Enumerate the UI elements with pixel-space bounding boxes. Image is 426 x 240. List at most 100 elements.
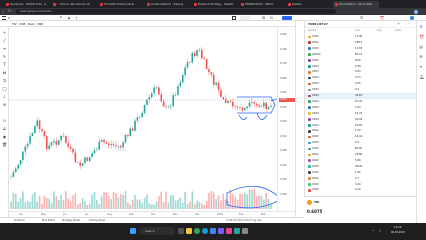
browser-tab[interactable]: ✓ How to Use Volume Ind — [51, 1, 97, 8]
column-chg[interactable]: Chg — [377, 28, 381, 33]
watchlist-row[interactable]: XXXX 3.24 — [305, 182, 417, 188]
annotation-curve[interactable] — [238, 114, 248, 120]
data-window-icon[interactable]: ▤ — [420, 45, 423, 49]
watchlist-icon[interactable]: ☰ — [420, 25, 423, 29]
add-symbol-icon[interactable]: + — [397, 21, 400, 28]
pattern-icon[interactable]: ⋈ — [2, 70, 7, 75]
row-symbol: XXXX — [312, 141, 319, 145]
layout-icon[interactable] — [232, 16, 236, 20]
watchlist-row[interactable]: XXXX 16.79 — [305, 111, 417, 117]
clock-time[interactable]: 13:24 — [394, 226, 401, 229]
watchlist-row[interactable]: XXXX 1.04 — [305, 105, 417, 111]
watchlist-row[interactable]: XXXX 12.04 — [305, 134, 417, 140]
candle-body — [162, 101, 165, 107]
watchlist-row[interactable]: XXXX 49.00 — [305, 164, 417, 170]
ideas-icon[interactable]: ✦ — [420, 65, 423, 69]
watchlist-row[interactable]: XXXX 30.09 — [305, 117, 417, 123]
browser-tab[interactable]: TRENDSTOCK · Twitch — [239, 1, 285, 8]
candlestick-chart[interactable] — [9, 27, 277, 211]
shapes-icon[interactable]: ◯ — [2, 86, 7, 91]
watchlist-row[interactable]: XXXX 5.63 — [305, 69, 417, 75]
watchlist-row[interactable]: XXXX 43.80 — [305, 152, 417, 158]
lock-icon[interactable]: 🔒︎ — [2, 126, 7, 131]
clock-date[interactable]: 06-03-2023 — [391, 231, 405, 234]
trash-icon[interactable]: 🗑︎ — [2, 142, 7, 147]
watchlist-row[interactable]: XXXX 43.63 — [305, 93, 417, 99]
task-view-icon[interactable] — [178, 228, 184, 234]
chat-icon[interactable]: ✉ — [420, 55, 423, 59]
edge-icon[interactable] — [202, 228, 208, 234]
detail-symbol[interactable]: TW — [314, 199, 319, 205]
tray-wifi-icon[interactable]: ◠ — [372, 227, 375, 235]
browser-tab[interactable]: Breakout Strategy · Stealth — [192, 1, 238, 8]
measure-icon[interactable]: ⊥ — [2, 94, 7, 99]
settings-app-icon[interactable] — [242, 228, 248, 234]
forecast-icon[interactable]: ⇅ — [2, 78, 7, 83]
watchlist-row[interactable]: XXXX 2.38 — [305, 64, 417, 70]
magnet-icon[interactable]: ∩ — [2, 118, 7, 123]
candle-body — [31, 133, 34, 136]
watchlist-row[interactable]: XXXX 21.83 — [305, 123, 417, 129]
column-last[interactable]: Last — [355, 28, 360, 33]
url-field[interactable]: tradingview.com/chart/... — [16, 9, 336, 14]
file-explorer-icon[interactable] — [186, 228, 192, 234]
watchlist-row[interactable]: XXXX 0.3 — [305, 140, 417, 146]
crosshair-icon[interactable]: + — [2, 30, 7, 35]
taskbar-search[interactable]: Search — [139, 227, 175, 235]
browser-tab[interactable]: Dashbo — [286, 1, 332, 8]
watchlist-row[interactable]: XXXX 71.46 — [305, 34, 417, 40]
mail-icon[interactable] — [218, 228, 224, 234]
watchlist-row[interactable]: XXXX 80.00 — [305, 146, 417, 152]
text-icon[interactable]: T — [2, 62, 7, 67]
row-symbol: XXXXX — [312, 52, 321, 56]
trendline-icon[interactable]: ╱ — [2, 38, 7, 43]
notifications-icon[interactable]: 🔔︎ — [420, 75, 425, 79]
app-icon[interactable] — [234, 228, 240, 234]
chrome-icon[interactable] — [194, 228, 200, 234]
zoom-icon[interactable]: ⊕ — [2, 102, 7, 107]
save-button[interactable] — [240, 16, 250, 20]
browser-tab[interactable]: StocksWatch · Stock Wats — [333, 1, 379, 8]
brush-icon[interactable]: ✎ — [2, 54, 7, 59]
menu-icon[interactable] — [2, 16, 6, 20]
camera-icon[interactable] — [226, 228, 232, 234]
profile-icon[interactable] — [414, 9, 418, 14]
watchlist-row[interactable]: XXXX 97.43 — [305, 99, 417, 105]
publish-button[interactable] — [282, 16, 292, 20]
column-symbol[interactable]: Symbol — [308, 28, 316, 33]
back-icon[interactable]: ‹ — [2, 8, 4, 15]
browser-tab[interactable]: ConfluentWorld · Trading — [145, 1, 191, 8]
watchlist-row[interactable]: XXXX 168.5 — [305, 40, 417, 46]
browser-tab[interactable]: The RAW Global Indicat — [98, 1, 144, 8]
price-axis[interactable]: 0.800 0.760 0.720 0.680 0.640 0.600 0.560 0.520… — [277, 27, 295, 211]
candle-body — [103, 139, 105, 143]
watchlist-title[interactable]: YOUR LIST 07 — [308, 21, 328, 28]
watchlist-columns: Symbol Last Chg Chg% — [305, 28, 417, 33]
store-icon[interactable] — [210, 228, 216, 234]
watchlist-row[interactable]: XXXX 1.92 — [305, 170, 417, 176]
watchlist-row[interactable]: XXXX 0.55 — [305, 81, 417, 87]
watchlist-row[interactable]: XXXX 8.00 — [305, 58, 417, 64]
watchlist-row[interactable]: XXXX 5.80 — [305, 158, 417, 164]
user-avatar[interactable] — [410, 16, 414, 20]
column-chg-pct[interactable]: Chg% — [395, 28, 401, 33]
eye-icon[interactable]: ◉ — [2, 134, 7, 139]
alert-clock-icon[interactable]: ⏰ — [420, 35, 424, 39]
reload-icon[interactable]: ↻ — [8, 8, 11, 15]
watchlist-row[interactable]: XXXX 0.4 — [305, 87, 417, 93]
watchlist-row[interactable]: XXXX 0.7 — [305, 176, 417, 182]
price-chart[interactable] — [9, 27, 295, 211]
tray-volume-icon[interactable]: ♪ — [379, 227, 381, 235]
fib-icon[interactable]: ≡ — [2, 46, 7, 51]
browser-tab[interactable]: Decisional · TRADE Hubs · S — [4, 1, 50, 8]
watchlist-row[interactable]: XXXX 11.85 — [305, 46, 417, 52]
start-icon[interactable] — [130, 228, 136, 234]
volume-bar — [198, 201, 201, 209]
candle-body — [105, 142, 108, 144]
more-icon[interactable]: ⋯ — [407, 21, 410, 28]
watchlist-row[interactable]: XXXXX 60.73 — [305, 52, 417, 58]
watchlist-row[interactable]: XXXX 1.10 — [305, 128, 417, 134]
watchlist-row[interactable]: XXXX 0.73 — [305, 75, 417, 81]
watchlist-row[interactable]: XXXX 0.12 — [305, 187, 417, 193]
annotation-curve[interactable] — [256, 112, 268, 120]
